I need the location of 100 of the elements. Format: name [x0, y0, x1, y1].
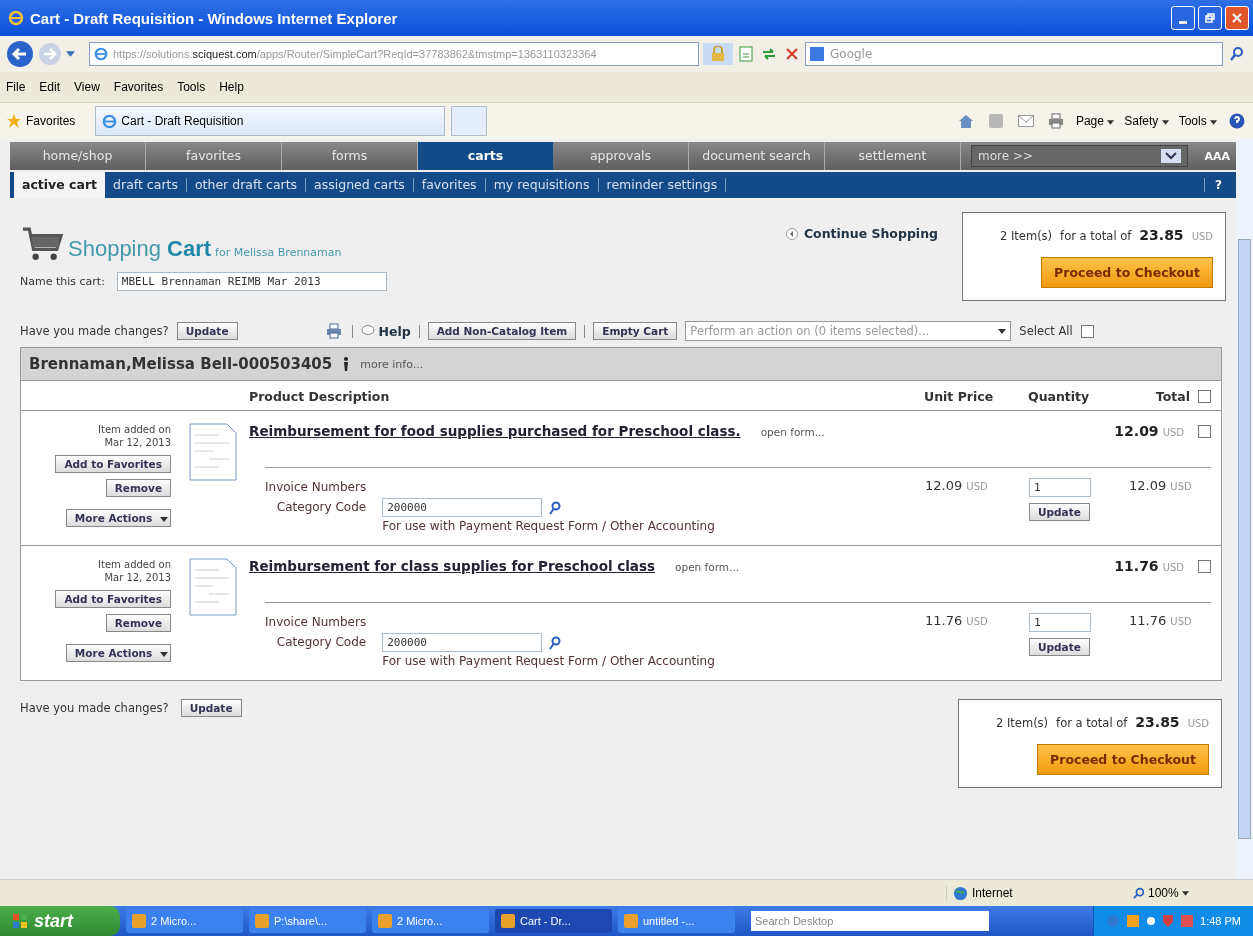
caret-icon — [160, 652, 168, 657]
search-icon[interactable] — [548, 500, 563, 515]
taskbar-button[interactable]: 2 Micro... — [372, 909, 489, 933]
favorites-button[interactable]: Favorites — [6, 113, 90, 129]
cart-total: 23.85 — [1139, 227, 1184, 243]
desktop-search-field[interactable]: Search Desktop — [751, 911, 989, 931]
subnav-tab[interactable]: active cart — [14, 172, 106, 198]
checkout-button[interactable]: Proceed to Checkout — [1037, 744, 1209, 775]
menu-item[interactable]: File — [6, 80, 26, 94]
update-button[interactable]: Update — [180, 699, 242, 717]
help-link[interactable]: ? — [1204, 178, 1232, 192]
caret-icon — [1210, 120, 1217, 125]
checkout-button[interactable]: Proceed to Checkout — [1041, 257, 1213, 288]
nav-tab[interactable]: approvals — [553, 142, 689, 170]
currency: USD — [1162, 562, 1184, 573]
select-all-checkbox[interactable] — [1080, 324, 1094, 338]
taskbar-button[interactable]: P:\share\... — [249, 909, 366, 933]
browser-tab[interactable]: Cart - Draft Requisition — [95, 106, 446, 136]
restore-button[interactable] — [1198, 6, 1222, 30]
command-menu[interactable]: Tools — [1178, 114, 1217, 128]
more-dropdown[interactable]: more >> — [971, 145, 1189, 167]
address-field[interactable]: https://solutions.sciquest.com/apps/Router/SimpleCart?ReqId=37783862&tmstmp=1363110323364 — [89, 42, 699, 66]
continue-shopping-link[interactable]: Continue Shopping — [785, 226, 938, 241]
nav-tab[interactable]: document search — [689, 142, 825, 170]
menu-item[interactable]: Help — [219, 80, 244, 94]
item-title-link[interactable]: Reimbursement for food supplies purchased for Preschool class. — [249, 423, 741, 439]
currency: USD — [1170, 616, 1192, 627]
empty-cart-button[interactable]: Empty Cart — [593, 322, 678, 340]
item-title-link[interactable]: Reimbursement for class supplies for Preschool class — [249, 558, 656, 574]
app-icon — [255, 914, 269, 928]
help-icon[interactable] — [1227, 111, 1247, 131]
subnav-tab[interactable]: my requisitions — [485, 178, 599, 192]
category-code-field[interactable]: 200000 — [382, 498, 543, 517]
back-button[interactable] — [6, 40, 34, 68]
field-hint: For use with Payment Request Form / Other Accounting — [382, 654, 715, 668]
tray-icon[interactable] — [1146, 916, 1157, 926]
remove-button[interactable]: Remove — [105, 479, 171, 497]
document-icon — [189, 558, 237, 616]
minimize-button[interactable] — [1171, 6, 1195, 30]
more-info-link[interactable]: more info... — [360, 357, 424, 371]
currency: USD — [966, 481, 988, 492]
search-icon[interactable] — [548, 635, 563, 650]
browser-icon — [8, 10, 24, 26]
unit-price: 12.09 — [925, 478, 963, 493]
text-size-button[interactable]: AAA — [1198, 142, 1236, 170]
open-form-link[interactable]: open form... — [760, 426, 825, 438]
nav-tab[interactable]: home/shop — [10, 142, 146, 170]
column-checkbox[interactable] — [1198, 390, 1211, 403]
minimize-icon — [1179, 20, 1187, 24]
cart-name-field[interactable]: MBELL Brennaman REIMB Mar 2013 — [116, 272, 387, 291]
open-form-link[interactable]: open form... — [675, 561, 740, 573]
nav-tab[interactable]: settlement — [825, 142, 961, 170]
taskbar-button[interactable]: untitled -... — [618, 909, 735, 933]
quantity-field[interactable]: 1 — [1029, 478, 1091, 497]
close-button[interactable] — [1225, 6, 1249, 30]
unit-price: 11.76 — [925, 613, 963, 628]
more-actions-button[interactable]: More Actions — [65, 509, 171, 527]
update-button[interactable]: Update — [1029, 638, 1090, 656]
update-button[interactable]: Update — [1029, 503, 1090, 521]
subnav-tab[interactable]: assigned carts — [306, 178, 414, 192]
update-button[interactable]: Update — [176, 322, 238, 340]
command-menu[interactable]: Page — [1075, 114, 1115, 128]
add-to-favorites-button[interactable]: Add to Favorites — [55, 455, 171, 473]
add-item-button[interactable]: Add Non-Catalog Item — [427, 322, 577, 340]
remove-button[interactable]: Remove — [105, 614, 171, 632]
category-code-field[interactable]: 200000 — [382, 633, 543, 652]
scrollbar[interactable] — [1236, 139, 1253, 879]
help-link[interactable]: Help — [360, 323, 411, 339]
nav-tab[interactable]: favorites — [146, 142, 282, 170]
app-icon — [624, 914, 638, 928]
more-actions-button[interactable]: More Actions — [65, 644, 171, 662]
menu-item[interactable]: View — [74, 80, 100, 94]
taskbar-button[interactable]: Cart - Dr... — [495, 909, 612, 933]
menu-item[interactable]: Tools — [177, 80, 206, 94]
column-header: Unit Price — [924, 389, 995, 404]
dropdown-icon[interactable] — [66, 51, 75, 57]
item-total: 11.76 — [1114, 558, 1159, 574]
item-checkbox[interactable] — [1198, 559, 1211, 573]
menu-item[interactable]: Favorites — [113, 80, 164, 94]
zoom-menu[interactable]: 100% — [1133, 886, 1233, 900]
field-hint: For use with Payment Request Form / Other Accounting — [382, 519, 715, 533]
mail-icon[interactable] — [1015, 113, 1036, 129]
subnav-tab[interactable]: draft carts — [105, 178, 187, 192]
total-label: for a total of — [1056, 716, 1128, 730]
nav-tab[interactable]: carts — [418, 142, 553, 170]
subnav-tab[interactable]: other draft carts — [186, 178, 307, 192]
supplier-name: Brennaman,Melissa Bell-000503405 — [29, 355, 333, 373]
add-to-favorites-button[interactable]: Add to Favorites — [55, 590, 171, 608]
taskbar-button[interactable]: 2 Micro... — [126, 909, 243, 933]
command-menu[interactable]: Safety — [1124, 114, 1169, 128]
subnav-tab[interactable]: reminder settings — [598, 178, 727, 192]
menu-item[interactable]: Edit — [39, 80, 61, 94]
subnav-tab[interactable]: favorites — [413, 178, 486, 192]
item-count: 2 Item(s) — [996, 716, 1049, 730]
clock: 1:48 PM — [1200, 915, 1241, 927]
quantity-field[interactable]: 1 — [1029, 613, 1091, 632]
restore-icon — [1205, 13, 1215, 23]
item-checkbox[interactable] — [1198, 424, 1211, 438]
line-total: 11.76 — [1129, 613, 1167, 628]
start-button[interactable]: start — [0, 906, 120, 936]
